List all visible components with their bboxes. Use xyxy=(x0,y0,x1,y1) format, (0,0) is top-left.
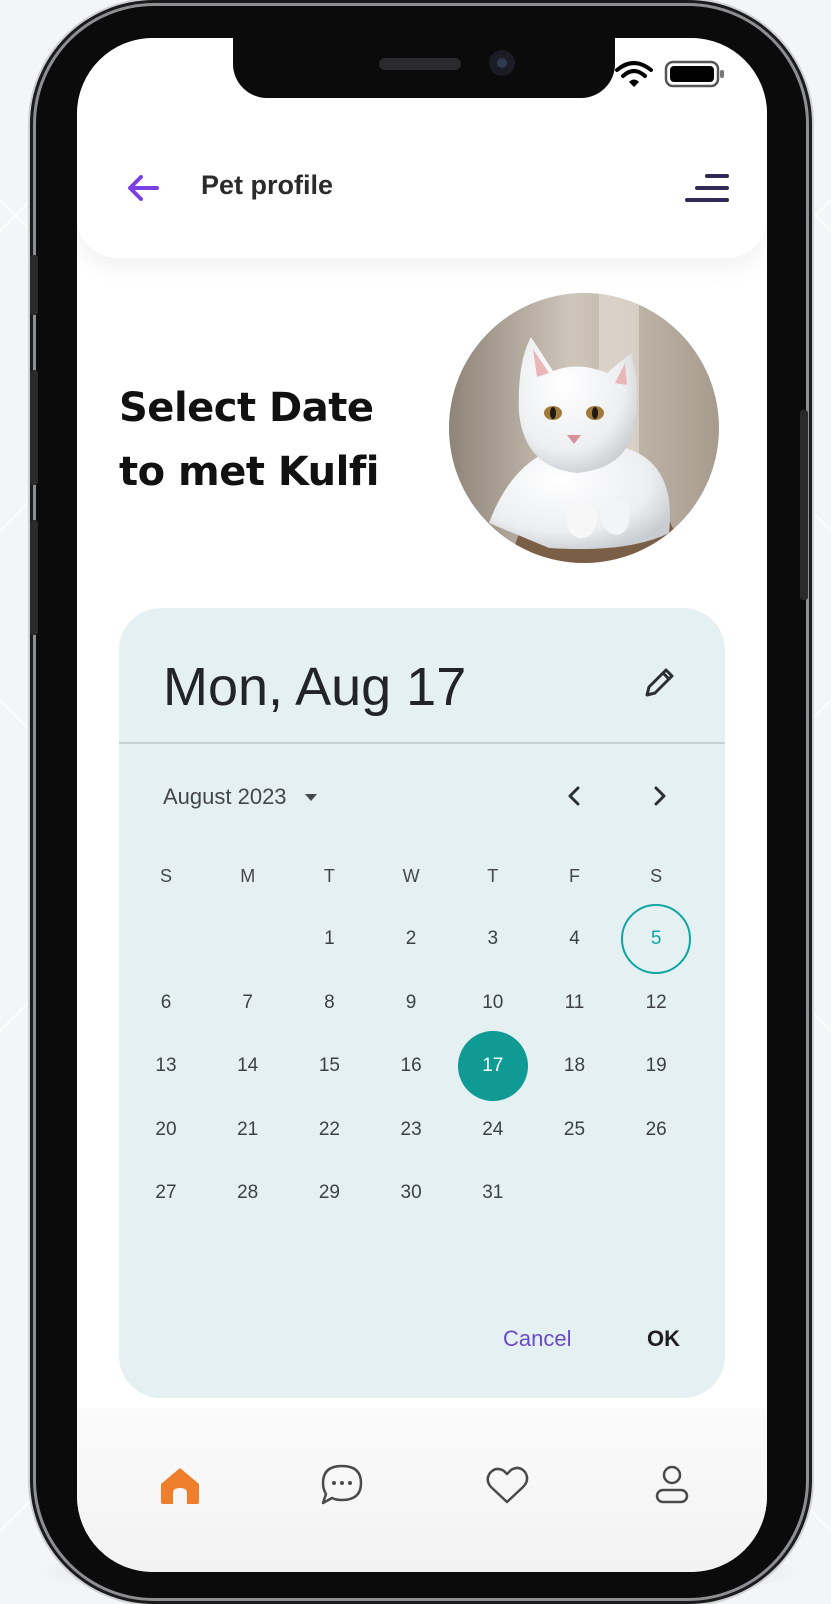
weekday-label: F xyxy=(569,866,580,886)
chevron-left-icon xyxy=(568,786,580,806)
status-bar xyxy=(613,56,733,92)
selected-date-display: Mon, Aug 17 xyxy=(163,657,467,717)
profile-icon xyxy=(655,1465,689,1504)
calendar-day[interactable]: 22 xyxy=(294,1095,364,1165)
calendar-day[interactable]: 24 xyxy=(458,1095,528,1165)
calendar-day[interactable]: 7 xyxy=(213,968,283,1038)
back-button[interactable] xyxy=(121,168,165,208)
pencil-icon xyxy=(645,668,674,697)
calendar-day[interactable]: 21 xyxy=(213,1095,283,1165)
weekday-label: T xyxy=(487,866,499,886)
weekday-label: W xyxy=(402,866,420,886)
calendar-day[interactable]: 6 xyxy=(131,968,201,1038)
calendar-day-today[interactable]: 5 xyxy=(621,904,692,974)
nav-favorites[interactable] xyxy=(482,1460,532,1510)
calendar-day[interactable]: 23 xyxy=(376,1095,446,1165)
calendar-day[interactable]: 3 xyxy=(458,904,528,974)
calendar-day-selected[interactable]: 17 xyxy=(457,1031,528,1101)
calendar-day[interactable]: 30 xyxy=(376,1158,446,1228)
chevron-right-icon xyxy=(654,786,666,806)
weekday-label: T xyxy=(323,866,335,886)
speaker-grille xyxy=(379,58,461,70)
calendar-day[interactable]: 25 xyxy=(540,1095,610,1165)
volume-up-button xyxy=(30,370,38,485)
calendar-day[interactable]: 2 xyxy=(376,904,446,974)
calendar-day[interactable]: 14 xyxy=(213,1031,283,1101)
cancel-button[interactable]: Cancel xyxy=(503,1326,571,1352)
weekday-label: S xyxy=(650,866,663,886)
dropdown-caret-icon xyxy=(304,793,317,801)
nav-home[interactable] xyxy=(155,1460,205,1510)
weekday-label: S xyxy=(159,866,172,886)
volume-down-button xyxy=(30,520,38,635)
home-icon xyxy=(161,1468,199,1504)
ok-button[interactable]: OK xyxy=(647,1326,680,1352)
front-camera xyxy=(489,50,515,76)
date-picker: Mon, Aug 17 August 2023 SMTWTFS 12345678… xyxy=(119,608,725,1398)
wifi-icon xyxy=(615,61,653,87)
page-title: Pet profile xyxy=(201,170,334,200)
previous-month-button[interactable] xyxy=(557,778,593,814)
calendar-day[interactable]: 26 xyxy=(621,1095,691,1165)
chat-icon xyxy=(321,1464,363,1505)
calendar-day[interactable]: 10 xyxy=(458,968,528,1038)
mute-switch xyxy=(30,255,38,315)
heart-icon xyxy=(486,1466,529,1504)
calendar-day[interactable]: 18 xyxy=(540,1031,610,1101)
calendar-day[interactable]: 13 xyxy=(131,1031,201,1101)
menu-button[interactable] xyxy=(683,170,733,206)
calendar-day[interactable]: 1 xyxy=(294,904,364,974)
month-year-selector[interactable]: August 2023 xyxy=(163,780,317,814)
notch xyxy=(233,38,615,98)
calendar-day[interactable]: 29 xyxy=(294,1158,364,1228)
calendar-day[interactable]: 31 xyxy=(458,1158,528,1228)
weekday-header-row: SMTWTFS xyxy=(136,866,708,896)
phone-screen: Pet profile Select Date to met Kulfi Mon… xyxy=(77,38,767,1572)
arrow-left-icon xyxy=(128,175,159,201)
pet-photo xyxy=(449,293,719,563)
next-month-button[interactable] xyxy=(641,778,677,814)
calendar-day[interactable]: 4 xyxy=(540,904,610,974)
calendar-day[interactable]: 16 xyxy=(376,1031,446,1101)
menu-lines-icon xyxy=(685,174,729,202)
calendar-days-grid: 1 2 3 4 5 6 7 8 9 10 11 12 13 14 15 16 17 18 19 20 21 22 23 24 2… xyxy=(136,904,708,1234)
calendar-day[interactable]: 11 xyxy=(540,968,610,1038)
battery-icon xyxy=(664,60,724,88)
calendar-day[interactable]: 28 xyxy=(213,1158,283,1228)
power-button xyxy=(800,410,808,600)
calendar-day[interactable]: 9 xyxy=(376,968,446,1038)
month-year-label: August 2023 xyxy=(163,784,287,809)
bottom-navigation xyxy=(77,1408,767,1572)
calendar-day[interactable]: 27 xyxy=(131,1158,201,1228)
nav-profile[interactable] xyxy=(647,1460,697,1510)
calendar-day[interactable]: 8 xyxy=(294,968,364,1038)
calendar-day[interactable]: 12 xyxy=(621,968,691,1038)
headline-line-1: Select Date xyxy=(119,385,374,431)
weekday-label: M xyxy=(240,866,256,886)
picker-divider xyxy=(119,742,725,744)
calendar-day[interactable]: 19 xyxy=(621,1031,691,1101)
headline-line-2: to met Kulfi xyxy=(119,449,379,495)
calendar-day[interactable]: 20 xyxy=(131,1095,201,1165)
white-cat-photo xyxy=(449,293,719,563)
calendar-day[interactable]: 15 xyxy=(294,1031,364,1101)
edit-date-button[interactable] xyxy=(639,663,679,703)
headline: Select Date to met Kulfi xyxy=(119,376,379,504)
nav-chat[interactable] xyxy=(317,1460,367,1510)
